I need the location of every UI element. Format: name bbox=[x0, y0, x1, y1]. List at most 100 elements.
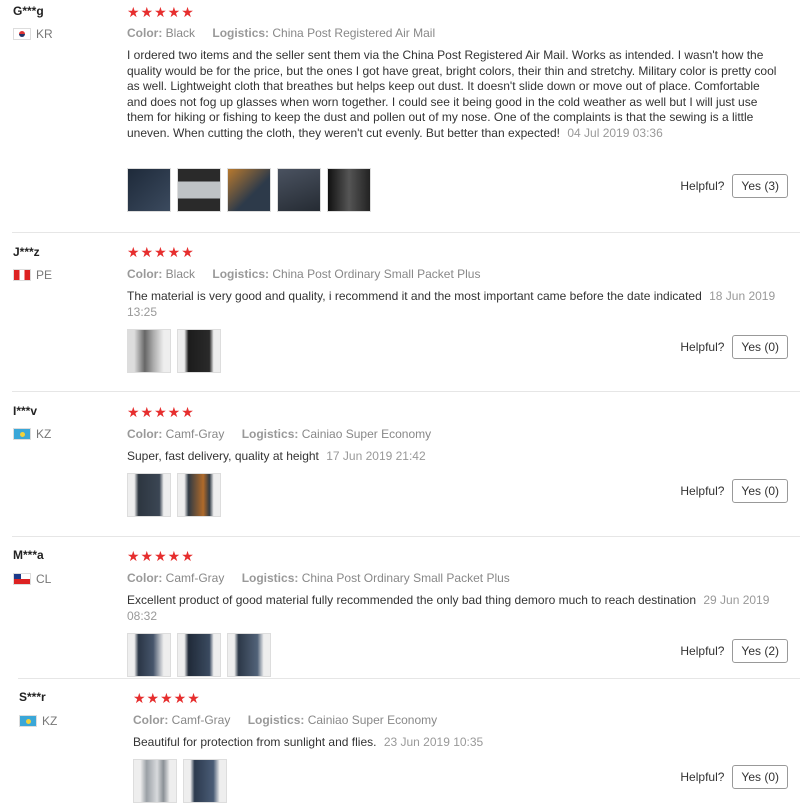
review-divider bbox=[12, 536, 800, 537]
color-label: Color: bbox=[127, 267, 163, 281]
helpful-vote: Helpful? Yes (0) bbox=[680, 765, 788, 789]
review-photo[interactable] bbox=[277, 168, 321, 212]
helpful-yes-button[interactable]: Yes (2) bbox=[732, 639, 788, 663]
reviewer-name: S***r bbox=[19, 690, 46, 704]
helpful-yes-button[interactable]: Yes (3) bbox=[732, 174, 788, 198]
color-label: Color: bbox=[133, 713, 169, 727]
review-meta: Color: Black Logistics: China Post Regis… bbox=[127, 26, 449, 40]
helpful-vote: Helpful? Yes (2) bbox=[680, 639, 788, 663]
review-photo[interactable] bbox=[177, 168, 221, 212]
logistics-value: Cainiao Super Economy bbox=[301, 427, 432, 441]
helpful-vote: Helpful? Yes (0) bbox=[680, 479, 788, 503]
review-meta: Color: Black Logistics: China Post Ordin… bbox=[127, 267, 494, 281]
helpful-vote: Helpful? Yes (3) bbox=[680, 174, 788, 198]
cl-flag-icon bbox=[13, 573, 31, 585]
review-meta: Color: Camf-Gray Logistics: Cainiao Supe… bbox=[133, 713, 451, 727]
logistics-value: China Post Registered Air Mail bbox=[272, 26, 436, 40]
review-text: Excellent product of good material fully… bbox=[127, 593, 777, 624]
review-photos bbox=[133, 759, 227, 803]
review-text: Beautiful for protection from sunlight a… bbox=[133, 735, 783, 751]
review-photos bbox=[127, 473, 221, 517]
review-item: G***g KR ★★★★★ Color: Black Logistics: C… bbox=[0, 0, 800, 230]
helpful-label: Helpful? bbox=[680, 340, 725, 354]
review-body: I ordered two items and the seller sent … bbox=[127, 48, 777, 140]
country-code: KR bbox=[36, 27, 53, 41]
star-rating: ★★★★★ bbox=[127, 404, 195, 420]
color-label: Color: bbox=[127, 427, 163, 441]
color-value: Black bbox=[165, 267, 196, 281]
color-label: Color: bbox=[127, 571, 163, 585]
star-rating: ★★★★★ bbox=[127, 548, 195, 564]
review-photo[interactable] bbox=[127, 473, 171, 517]
review-date: 17 Jun 2019 21:42 bbox=[326, 449, 426, 463]
star-rating: ★★★★★ bbox=[133, 690, 201, 706]
star-rating: ★★★★★ bbox=[127, 244, 195, 260]
logistics-label: Logistics: bbox=[247, 713, 305, 727]
reviewer-country: KR bbox=[13, 27, 53, 41]
color-label: Color: bbox=[127, 26, 163, 40]
helpful-label: Helpful? bbox=[680, 644, 725, 658]
pe-flag-icon bbox=[13, 269, 31, 281]
color-value: Black bbox=[165, 26, 196, 40]
review-item: J***z PE ★★★★★ Color: Black Logistics: C… bbox=[0, 232, 800, 389]
review-text: Super, fast delivery, quality at height … bbox=[127, 449, 777, 465]
country-code: PE bbox=[36, 268, 53, 282]
logistics-label: Logistics: bbox=[241, 571, 299, 585]
review-photo[interactable] bbox=[227, 633, 271, 677]
country-code: KZ bbox=[36, 427, 52, 441]
helpful-yes-button[interactable]: Yes (0) bbox=[732, 335, 788, 359]
review-photo[interactable] bbox=[177, 633, 221, 677]
review-meta: Color: Camf-Gray Logistics: Cainiao Supe… bbox=[127, 427, 445, 441]
reviewer-country: KZ bbox=[19, 714, 57, 728]
helpful-vote: Helpful? Yes (0) bbox=[680, 335, 788, 359]
country-code: CL bbox=[36, 572, 52, 586]
reviewer-country: KZ bbox=[13, 427, 51, 441]
review-date: 04 Jul 2019 03:36 bbox=[567, 125, 663, 140]
helpful-label: Helpful? bbox=[680, 484, 725, 498]
logistics-label: Logistics: bbox=[212, 26, 270, 40]
helpful-yes-button[interactable]: Yes (0) bbox=[732, 479, 788, 503]
color-value: Camf-Gray bbox=[165, 571, 225, 585]
reviewer-country: CL bbox=[13, 572, 51, 586]
review-photo[interactable] bbox=[177, 473, 221, 517]
review-meta: Color: Camf-Gray Logistics: China Post O… bbox=[127, 571, 524, 585]
logistics-value: China Post Ordinary Small Packet Plus bbox=[272, 267, 481, 281]
review-photo[interactable] bbox=[177, 329, 221, 373]
helpful-label: Helpful? bbox=[680, 179, 725, 193]
reviewer-country: PE bbox=[13, 268, 52, 282]
logistics-value: Cainiao Super Economy bbox=[307, 713, 438, 727]
review-body: Excellent product of good material fully… bbox=[127, 593, 696, 607]
review-photos bbox=[127, 168, 371, 212]
review-photo[interactable] bbox=[127, 329, 171, 373]
review-text: I ordered two items and the seller sent … bbox=[127, 48, 777, 142]
review-photo[interactable] bbox=[227, 168, 271, 212]
kr-flag-icon bbox=[13, 28, 31, 40]
color-value: Camf-Gray bbox=[171, 713, 231, 727]
star-rating: ★★★★★ bbox=[127, 4, 195, 20]
review-date: 23 Jun 2019 10:35 bbox=[383, 735, 484, 749]
reviewer-name: I***v bbox=[13, 404, 38, 418]
kz-flag-icon bbox=[13, 428, 31, 440]
logistics-value: China Post Ordinary Small Packet Plus bbox=[301, 571, 510, 585]
color-value: Camf-Gray bbox=[165, 427, 225, 441]
review-photo[interactable] bbox=[127, 168, 171, 212]
review-text: The material is very good and quality, i… bbox=[127, 289, 777, 320]
review-photo[interactable] bbox=[183, 759, 227, 803]
review-photo[interactable] bbox=[133, 759, 177, 803]
review-divider bbox=[12, 391, 800, 392]
helpful-yes-button[interactable]: Yes (0) bbox=[732, 765, 788, 789]
reviewer-name: G***g bbox=[13, 4, 44, 18]
logistics-label: Logistics: bbox=[212, 267, 270, 281]
review-divider bbox=[12, 232, 800, 233]
logistics-label: Logistics: bbox=[241, 427, 299, 441]
review-photo[interactable] bbox=[127, 633, 171, 677]
review-body: The material is very good and quality, i… bbox=[127, 289, 702, 303]
review-photos bbox=[127, 633, 271, 677]
reviewer-name: J***z bbox=[13, 245, 40, 259]
review-item: M***a CL ★★★★★ Color: Camf-Gray Logistic… bbox=[0, 536, 800, 678]
review-photo[interactable] bbox=[327, 168, 371, 212]
review-divider bbox=[18, 678, 800, 679]
country-code: KZ bbox=[42, 714, 58, 728]
review-item: S***r KZ ★★★★★ Color: Camf-Gray Logistic… bbox=[6, 678, 800, 803]
kz-flag-icon bbox=[19, 715, 37, 727]
